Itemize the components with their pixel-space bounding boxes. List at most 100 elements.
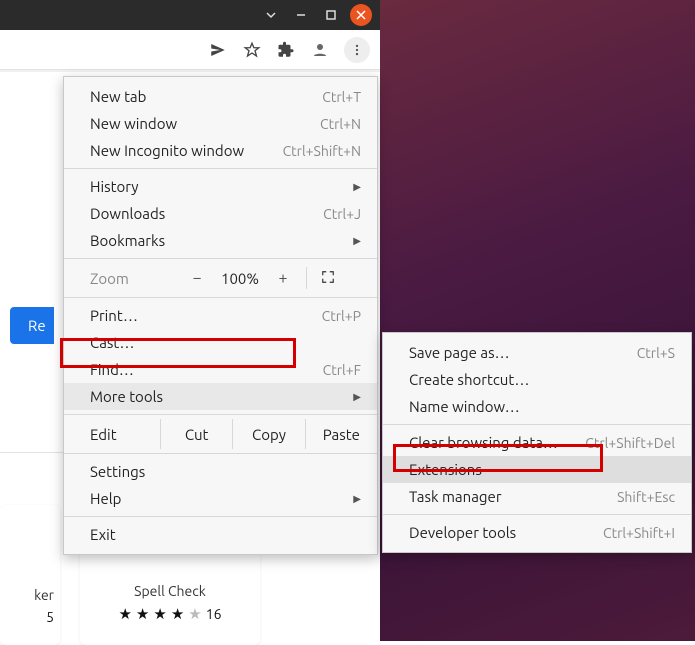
menu-label: Cast… xyxy=(90,334,134,351)
menu-label: Clear browsing data… xyxy=(409,434,558,451)
menu-label: New tab xyxy=(90,88,146,105)
submenu-save-page[interactable]: Save page as… Ctrl+S xyxy=(383,339,691,366)
menu-separator xyxy=(64,414,377,415)
divider xyxy=(0,452,65,453)
menu-edit-row: Edit Cut Copy Paste xyxy=(64,419,377,449)
menu-label: Save page as… xyxy=(409,344,510,361)
menu-shortcut: Ctrl+Shift+N xyxy=(283,143,361,159)
menu-shortcut: Ctrl+F xyxy=(323,362,361,378)
extensions-icon[interactable] xyxy=(276,40,296,60)
menu-shortcut: Ctrl+Shift+Del xyxy=(585,435,675,451)
chevron-right-icon: ▶ xyxy=(353,493,361,505)
menu-label: Help xyxy=(90,490,121,507)
menu-help[interactable]: Help ▶ xyxy=(64,485,377,512)
browser-menu: New tab Ctrl+T New window Ctrl+N New Inc… xyxy=(63,76,378,555)
menu-shortcut: Ctrl+T xyxy=(322,89,361,105)
menu-shortcut: Ctrl+Shift+I xyxy=(603,525,675,541)
menu-label: Edit xyxy=(90,426,160,443)
card-rating: ★ ★ ★ ★ ★ 16 xyxy=(118,605,221,623)
menu-bookmarks[interactable]: Bookmarks ▶ xyxy=(64,227,377,254)
menu-label: Downloads xyxy=(90,205,165,222)
star-icon: ★ xyxy=(118,605,131,623)
menu-separator xyxy=(383,514,691,515)
window-maximize-button[interactable] xyxy=(320,4,342,26)
menu-find[interactable]: Find… Ctrl+F xyxy=(64,356,377,383)
primary-button[interactable]: Re xyxy=(10,307,54,344)
star-icon: ★ xyxy=(188,605,201,623)
menu-label: Extensions xyxy=(409,461,482,478)
submenu-task-manager[interactable]: Task manager Shift+Esc xyxy=(383,483,691,510)
menu-label: History xyxy=(90,178,139,195)
zoom-value: 100% xyxy=(214,270,266,287)
minimize-icon xyxy=(296,10,306,20)
menu-shortcut: Shift+Esc xyxy=(617,489,675,505)
card-title: ker xyxy=(34,587,54,603)
close-icon xyxy=(356,10,366,20)
menu-icon[interactable] xyxy=(344,37,370,63)
menu-separator xyxy=(64,168,377,169)
menu-label: Bookmarks xyxy=(90,232,165,249)
profile-icon[interactable] xyxy=(310,40,330,60)
edit-cut-button[interactable]: Cut xyxy=(160,419,232,449)
menu-label: More tools xyxy=(90,388,163,405)
extension-card-partial[interactable]: ker 5 xyxy=(0,505,60,645)
edit-copy-button[interactable]: Copy xyxy=(232,419,304,449)
rating-count: 16 xyxy=(206,606,222,622)
menu-label: Task manager xyxy=(409,488,502,505)
menu-settings[interactable]: Settings xyxy=(64,458,377,485)
submenu-clear-data[interactable]: Clear browsing data… Ctrl+Shift+Del xyxy=(383,429,691,456)
menu-label: New window xyxy=(90,115,177,132)
star-icon[interactable] xyxy=(242,40,262,60)
separator xyxy=(306,267,307,289)
menu-history[interactable]: History ▶ xyxy=(64,173,377,200)
submenu-create-shortcut[interactable]: Create shortcut… xyxy=(383,366,691,393)
window-dropdown-button[interactable] xyxy=(260,4,282,26)
chevron-right-icon: ▶ xyxy=(353,181,361,193)
menu-label: Zoom xyxy=(90,270,180,287)
menu-label: Create shortcut… xyxy=(409,371,529,388)
submenu-name-window[interactable]: Name window… xyxy=(383,393,691,420)
card-title: Spell Check xyxy=(134,583,206,599)
window-minimize-button[interactable] xyxy=(290,4,312,26)
menu-separator xyxy=(64,297,377,298)
menu-shortcut: Ctrl+P xyxy=(322,308,361,324)
menu-label: Print… xyxy=(90,307,138,324)
menu-exit[interactable]: Exit xyxy=(64,521,377,548)
menu-separator xyxy=(64,258,377,259)
fullscreen-icon xyxy=(321,270,335,284)
menu-print[interactable]: Print… Ctrl+P xyxy=(64,302,377,329)
fullscreen-button[interactable] xyxy=(313,270,343,287)
browser-toolbar xyxy=(0,30,380,70)
menu-shortcut: Ctrl+N xyxy=(320,116,361,132)
menu-more-tools[interactable]: More tools ▶ xyxy=(64,383,377,410)
menu-shortcut: Ctrl+J xyxy=(323,206,361,222)
chevron-right-icon: ▶ xyxy=(353,391,361,403)
window-titlebar xyxy=(0,0,380,30)
star-icon: ★ xyxy=(153,605,166,623)
edit-paste-button[interactable]: Paste xyxy=(305,419,377,449)
menu-new-window[interactable]: New window Ctrl+N xyxy=(64,110,377,137)
star-icon: ★ xyxy=(136,605,149,623)
menu-label: New Incognito window xyxy=(90,142,244,159)
menu-incognito[interactable]: New Incognito window Ctrl+Shift+N xyxy=(64,137,377,164)
zoom-in-button[interactable]: + xyxy=(266,269,300,287)
maximize-icon xyxy=(326,10,336,20)
chevron-down-icon xyxy=(265,9,277,21)
submenu-dev-tools[interactable]: Developer tools Ctrl+Shift+I xyxy=(383,519,691,546)
menu-cast[interactable]: Cast… xyxy=(64,329,377,356)
zoom-out-button[interactable]: − xyxy=(180,269,214,287)
submenu-extensions[interactable]: Extensions xyxy=(383,456,691,483)
window-close-button[interactable] xyxy=(350,4,372,26)
star-icon: ★ xyxy=(171,605,184,623)
menu-separator xyxy=(64,516,377,517)
menu-downloads[interactable]: Downloads Ctrl+J xyxy=(64,200,377,227)
menu-label: Find… xyxy=(90,361,134,378)
menu-new-tab[interactable]: New tab Ctrl+T xyxy=(64,83,377,110)
menu-label: Name window… xyxy=(409,398,520,415)
menu-shortcut: Ctrl+S xyxy=(637,345,675,361)
menu-label: Developer tools xyxy=(409,524,516,541)
menu-separator xyxy=(64,453,377,454)
more-tools-submenu: Save page as… Ctrl+S Create shortcut… Na… xyxy=(382,332,692,553)
send-icon[interactable] xyxy=(208,40,228,60)
menu-label: Settings xyxy=(90,463,145,480)
